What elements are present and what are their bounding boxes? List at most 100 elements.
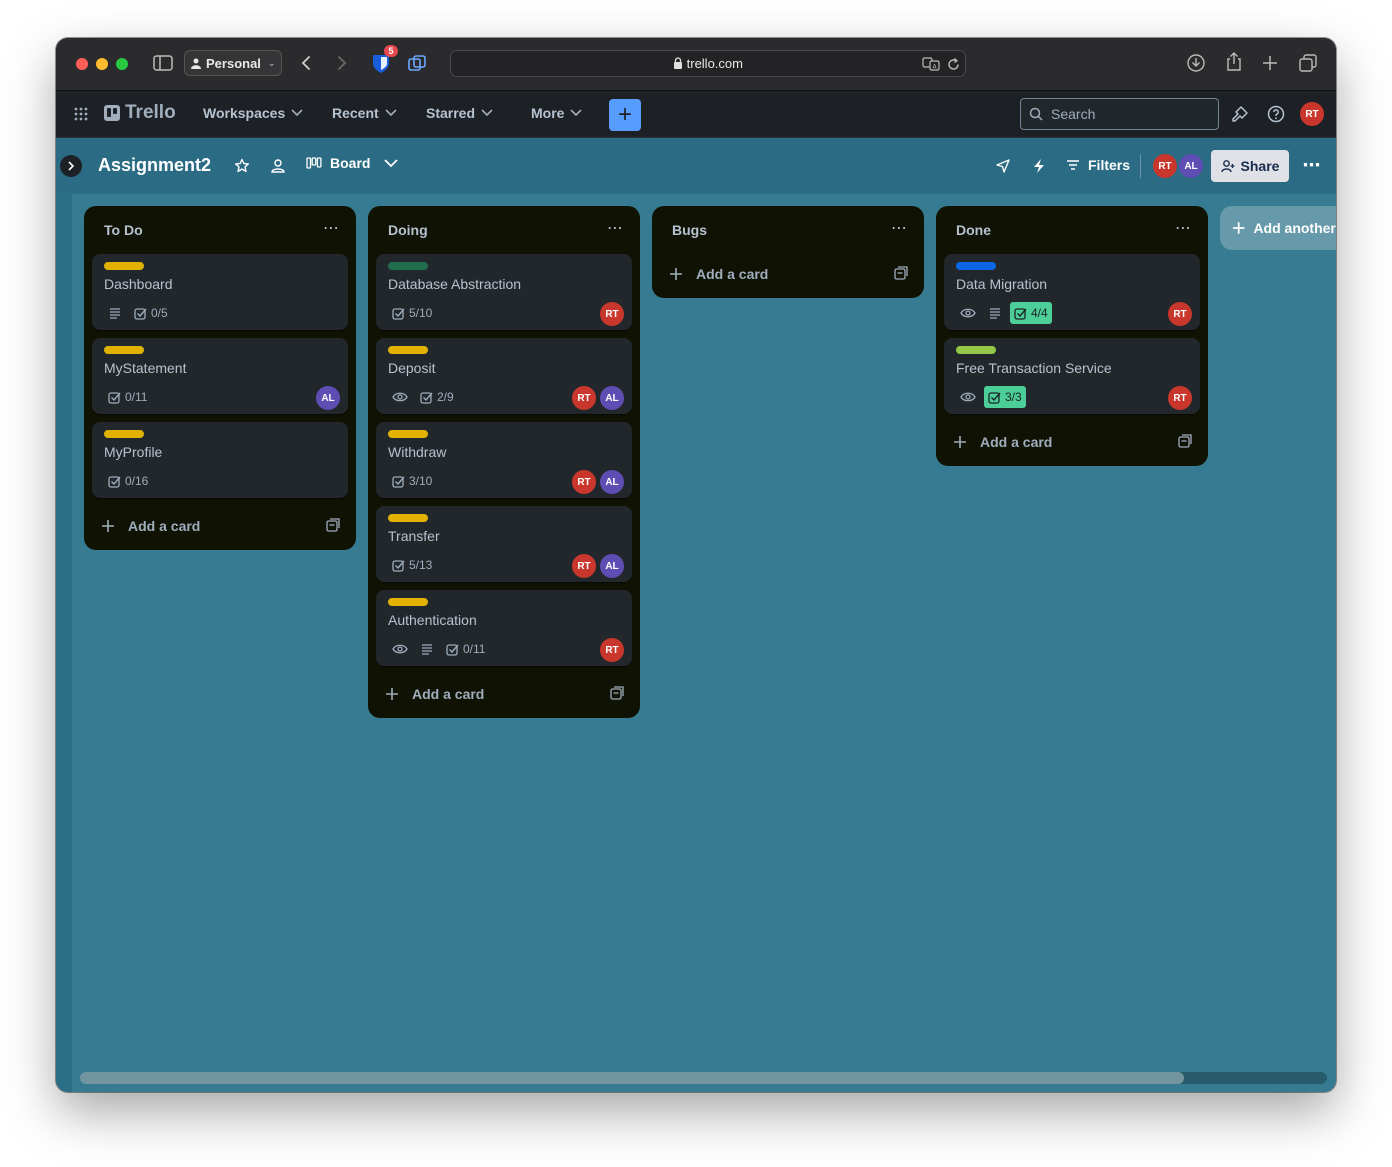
card[interactable]: Free Transaction Service 3/3 RT [944,338,1200,414]
filters-button[interactable]: Filters [1066,157,1130,173]
share-button[interactable]: Share [1211,150,1289,182]
list-header: Doing ⋯ [368,206,640,254]
nav-more[interactable]: More [531,105,583,121]
list-menu-icon[interactable]: ⋯ [323,218,340,238]
list-title[interactable]: To Do [104,222,143,238]
automation-icon[interactable] [1029,156,1049,176]
tab-overview-icon[interactable] [1297,52,1319,74]
checklist-badge: 5/10 [388,302,436,324]
card-members: RT [1168,386,1192,410]
nav-workspaces[interactable]: Workspaces [203,105,303,121]
list-menu-icon[interactable]: ⋯ [607,218,624,238]
star-board-icon[interactable] [232,156,252,176]
create-from-template-icon[interactable] [610,686,624,703]
card[interactable]: MyProfile 0/16 [92,422,348,498]
card-label[interactable] [104,346,144,354]
sidebar-toggle-icon[interactable] [152,53,174,73]
card-label[interactable] [388,346,428,354]
checklist-icon [392,559,405,572]
add-card-label: Add a card [412,686,485,702]
add-card-button[interactable]: Add a card [660,254,916,294]
safari-toolbar: Personal ⌄ 5 trello.com A [56,38,1336,91]
card-label[interactable] [104,262,144,270]
share-page-icon[interactable] [1223,51,1245,73]
account-avatar[interactable]: RT [1300,102,1324,126]
list-menu-icon[interactable]: ⋯ [1175,218,1192,238]
new-tab-icon[interactable] [1259,52,1281,74]
card-members: AL [316,386,340,410]
card[interactable]: Database Abstraction 5/10 RT [376,254,632,330]
member-avatar-rt[interactable]: RT [600,638,624,662]
card[interactable]: Withdraw 3/10 RT AL [376,422,632,498]
expand-sidebar-button[interactable] [60,155,82,177]
card-title: Transfer [388,528,440,544]
member-avatar-rt[interactable]: RT [1168,302,1192,326]
extension-puzzle-icon[interactable] [406,52,428,76]
add-card-button[interactable]: Add a card [92,506,348,546]
member-avatar-al[interactable]: AL [600,470,624,494]
list-title[interactable]: Done [956,222,991,238]
notifications-icon[interactable] [1229,104,1251,124]
card-label[interactable] [388,262,428,270]
member-avatar-al[interactable]: AL [600,554,624,578]
trello-logo[interactable]: Trello [104,102,176,124]
member-avatar-al[interactable]: AL [316,386,340,410]
power-ups-icon[interactable] [993,156,1013,176]
translate-icon[interactable]: A [921,56,941,72]
add-list-button[interactable]: Add another list [1220,206,1336,250]
member-avatar-rt[interactable]: RT [572,554,596,578]
card[interactable]: MyStatement 0/11 AL [92,338,348,414]
app-switcher-icon[interactable] [72,105,90,123]
board-member-avatar-rt[interactable]: RT [1153,154,1177,178]
list-title[interactable]: Bugs [672,222,707,238]
list-title[interactable]: Doing [388,222,428,238]
create-from-template-icon[interactable] [894,266,908,283]
nav-starred[interactable]: Starred [426,105,493,121]
member-avatar-rt[interactable]: RT [572,386,596,410]
downloads-icon[interactable] [1185,52,1207,74]
chevron-down-icon [481,109,493,117]
create-from-template-icon[interactable] [326,518,340,535]
help-icon[interactable] [1265,104,1287,124]
scrollbar-thumb[interactable] [80,1072,1184,1084]
card[interactable]: Transfer 5/13 RT AL [376,506,632,582]
add-card-button[interactable]: Add a card [944,422,1200,462]
card-label[interactable] [388,514,428,522]
close-window-button[interactable] [76,58,88,70]
card-label[interactable] [956,262,996,270]
board-title[interactable]: Assignment2 [98,155,211,176]
back-icon[interactable] [296,52,316,74]
board-member-avatar-al[interactable]: AL [1179,154,1203,178]
address-bar[interactable]: trello.com A [450,50,966,77]
nav-recent[interactable]: Recent [332,105,397,121]
card-label[interactable] [388,598,428,606]
search-input[interactable]: Search [1020,98,1219,130]
board-menu-icon[interactable]: ⋯ [1299,152,1325,178]
card[interactable]: Data Migration 4/4 RT [944,254,1200,330]
list-menu-icon[interactable]: ⋯ [891,218,908,238]
visibility-workspace-icon[interactable] [268,156,288,176]
checklist-badge: 3/10 [388,470,436,492]
add-card-button[interactable]: Add a card [376,674,632,714]
board-view-switcher[interactable]: Board [306,155,399,171]
member-avatar-rt[interactable]: RT [1168,386,1192,410]
card-title: Withdraw [388,444,447,460]
checklist-badge: 3/3 [984,386,1026,408]
member-avatar-rt[interactable]: RT [572,470,596,494]
reload-icon[interactable] [945,56,961,72]
member-avatar-al[interactable]: AL [600,386,624,410]
create-from-template-icon[interactable] [1178,434,1192,451]
zoom-window-button[interactable] [116,58,128,70]
card[interactable]: Dashboard 0/5 [92,254,348,330]
card-label[interactable] [104,430,144,438]
forward-icon[interactable] [332,52,352,74]
card-label[interactable] [388,430,428,438]
horizontal-scrollbar[interactable] [80,1072,1327,1084]
card-label[interactable] [956,346,996,354]
member-avatar-rt[interactable]: RT [600,302,624,326]
profile-selector[interactable]: Personal ⌄ [184,50,282,76]
card[interactable]: Authentication 0/11 RT [376,590,632,666]
card[interactable]: Deposit 2/9 RT AL [376,338,632,414]
create-button[interactable]: + [609,99,641,131]
minimize-window-button[interactable] [96,58,108,70]
